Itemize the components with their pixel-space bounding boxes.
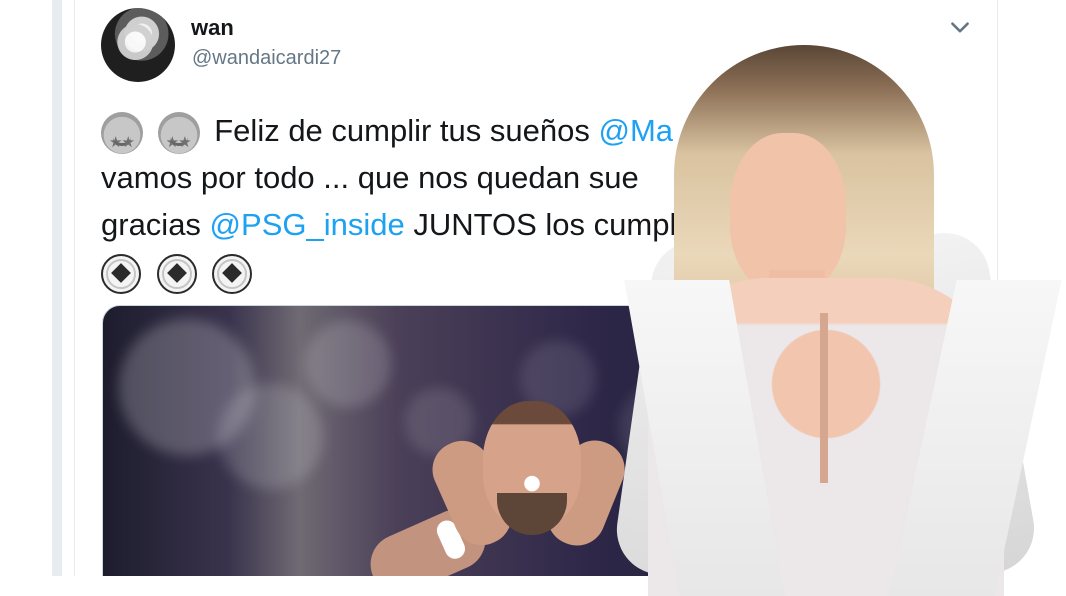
- tweet-text-segment: Feliz de cumplir tus sueños: [214, 113, 599, 148]
- soccer-ball-emoji-icon: [212, 253, 253, 294]
- tweet-text: Feliz de cumplir tus sueños @Ma vamos po…: [101, 107, 829, 295]
- tweet-text-fragment: plir: [787, 160, 829, 195]
- sidebar-divider: [52, 0, 62, 576]
- soccer-ball-emoji-icon: [101, 253, 141, 294]
- soccer-ball-emoji-icon: [156, 253, 197, 294]
- display-name[interactable]: wan: [191, 15, 234, 41]
- star-struck-emoji-icon: [157, 111, 200, 166]
- username[interactable]: @wandaicardi27: [192, 47, 341, 70]
- tweet-line-1: Feliz de cumplir tus sueños @Ma: [101, 107, 751, 166]
- tweet-text-segment: JUNTOS los cumplir: [404, 207, 694, 242]
- chevron-down-icon[interactable]: [947, 15, 973, 41]
- player-photo: [360, 397, 634, 576]
- tweet-line-4: [101, 248, 751, 295]
- tweet-line-2: vamos por todo ... que nos quedan sue pl…: [101, 154, 829, 201]
- star-struck-emoji-icon: [101, 111, 143, 166]
- tweet-card: wan @wandaicardi27 Feliz de cumplir tus …: [74, 0, 998, 576]
- tweet-image[interactable]: [102, 305, 804, 576]
- tweet-line-3: gracias @PSG_inside JUNTOS los cumplir: [101, 201, 751, 248]
- tweet-text-segment: gracias: [101, 207, 210, 242]
- mention-link[interactable]: @Ma: [598, 113, 673, 148]
- mention-link[interactable]: @PSG_inside: [210, 207, 405, 242]
- profile-avatar[interactable]: [101, 8, 175, 82]
